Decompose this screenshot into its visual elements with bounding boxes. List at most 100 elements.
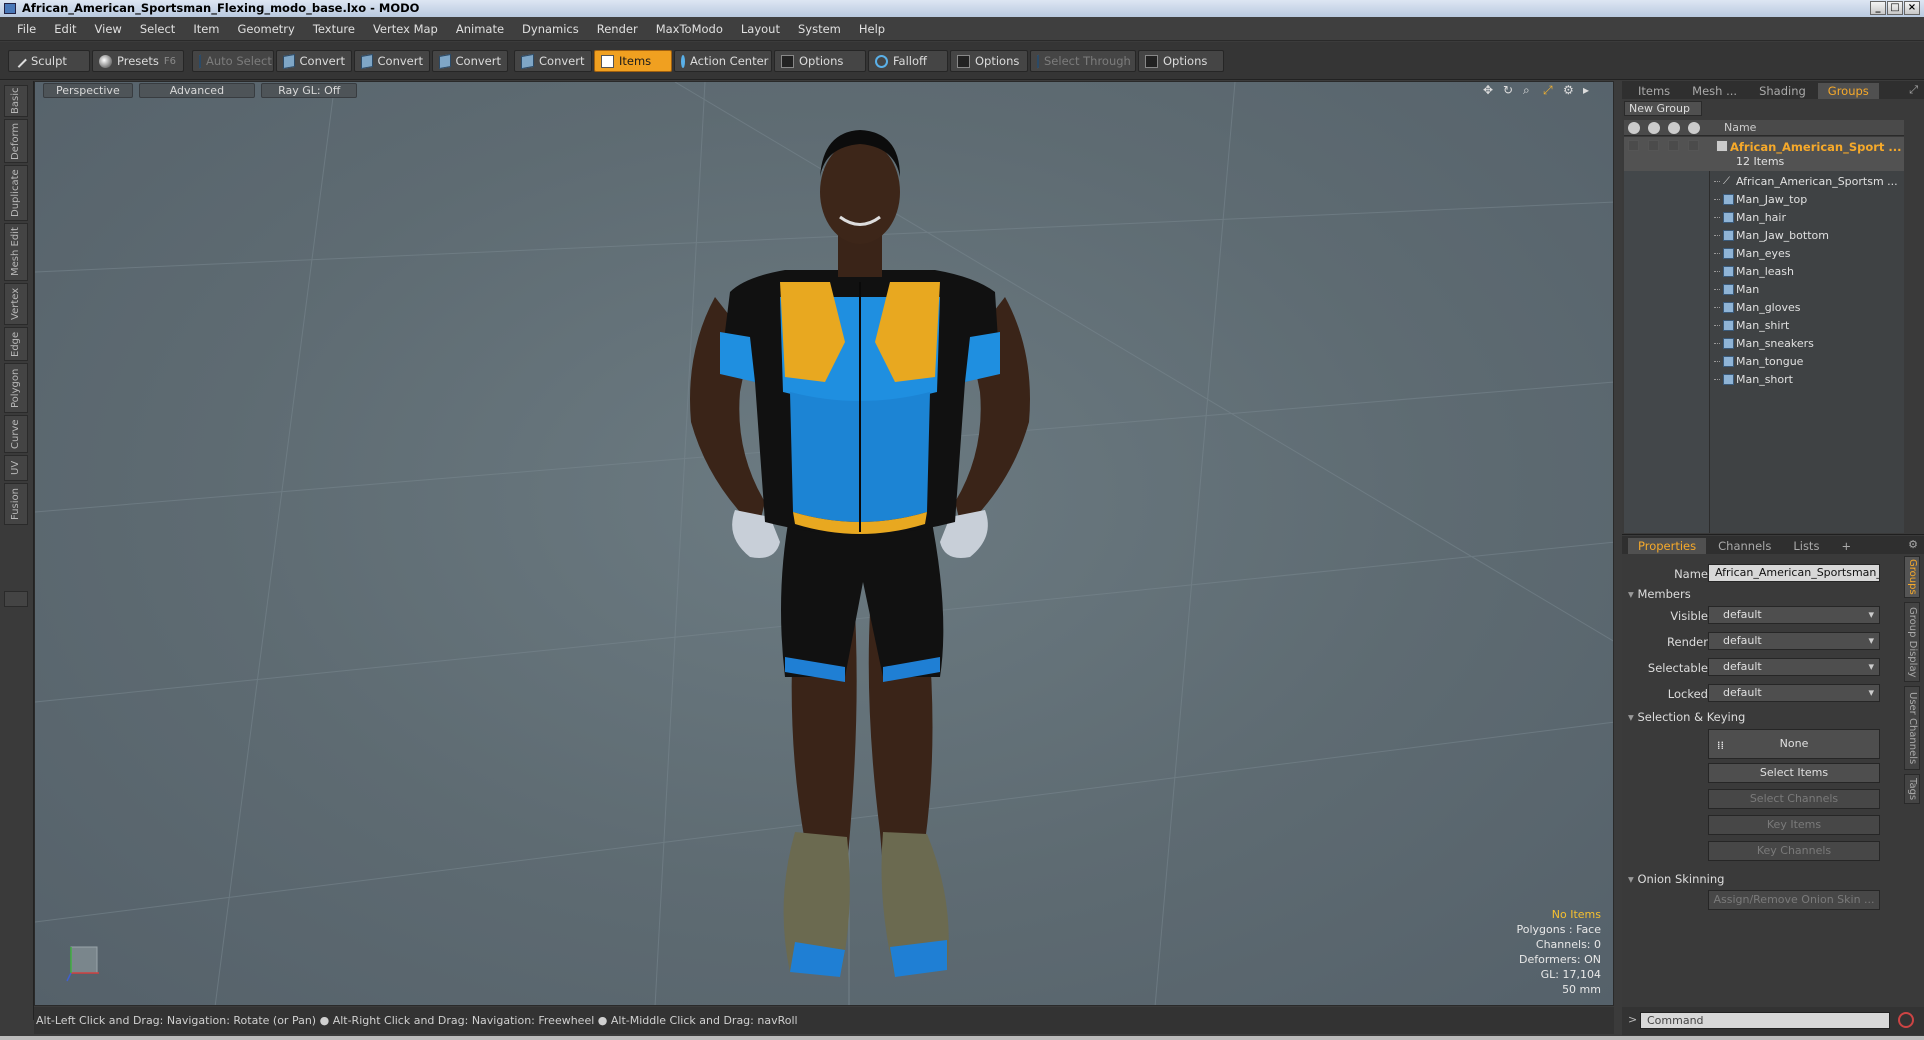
rotate-icon[interactable]: ↻ xyxy=(1503,84,1515,96)
pan-icon[interactable]: ✥ xyxy=(1483,84,1495,96)
list-item[interactable]: Man_short xyxy=(1624,371,1904,389)
select-through-options-button[interactable]: Options xyxy=(1138,50,1224,72)
group-root-row[interactable]: African_American_Sport ... 12 Items xyxy=(1624,137,1904,171)
list-item[interactable]: Man_Jaw_top xyxy=(1624,191,1904,209)
new-group-button[interactable]: New Group xyxy=(1624,101,1702,116)
close-button[interactable]: × xyxy=(1904,1,1920,15)
key-channels-button[interactable]: Key Channels xyxy=(1708,841,1880,861)
menu-edit[interactable]: Edit xyxy=(45,17,85,41)
tab-basic[interactable]: Basic xyxy=(4,85,28,117)
tab-mesh-edit[interactable]: Mesh Edit xyxy=(4,223,28,281)
selection-none-button[interactable]: ⁞⁞ None xyxy=(1708,729,1880,759)
action-center-options-button[interactable]: Options xyxy=(774,50,866,72)
key-items-button[interactable]: Key Items xyxy=(1708,815,1880,835)
assign-onion-skin-button[interactable]: Assign/Remove Onion Skin ... xyxy=(1708,890,1880,910)
tab-deform[interactable]: Deform xyxy=(4,119,28,163)
menu-item[interactable]: Item xyxy=(184,17,228,41)
list-item[interactable]: Man xyxy=(1624,281,1904,299)
tab-edge[interactable]: Edge xyxy=(4,327,28,361)
auto-select-button[interactable]: Auto Select xyxy=(192,50,274,72)
menu-vertex-map[interactable]: Vertex Map xyxy=(364,17,447,41)
maximize-button[interactable]: □ xyxy=(1887,1,1903,15)
root-select-toggle[interactable] xyxy=(1668,140,1679,151)
root-visible-toggle[interactable] xyxy=(1628,140,1639,151)
gear-icon[interactable]: ⚙ xyxy=(1563,84,1575,96)
select-channels-button[interactable]: Select Channels xyxy=(1708,789,1880,809)
3d-viewport[interactable]: Perspective Advanced Ray GL: Off ✥ ↻ ⌕ ⤢… xyxy=(34,81,1614,1006)
name-column-header[interactable]: Name xyxy=(1724,121,1756,134)
tab-duplicate[interactable]: Duplicate xyxy=(4,165,28,221)
tab-curve[interactable]: Curve xyxy=(4,415,28,453)
tab-channels[interactable]: Channels xyxy=(1708,538,1781,554)
raygl-button[interactable]: Ray GL: Off xyxy=(261,83,358,98)
shading-advanced-button[interactable]: Advanced xyxy=(138,83,256,98)
items-mode-button[interactable]: Items xyxy=(594,50,672,72)
list-item[interactable]: ⟋ African_American_Sportsm ... xyxy=(1624,173,1904,191)
convert-polygon-button[interactable]: Convert xyxy=(432,50,508,72)
tab-shading[interactable]: Shading xyxy=(1749,83,1816,99)
sculpt-button[interactable]: Sculpt xyxy=(8,50,90,72)
list-item[interactable]: Man_gloves xyxy=(1624,299,1904,317)
tab-expand[interactable] xyxy=(4,591,28,607)
menu-system[interactable]: System xyxy=(789,17,850,41)
tab-items[interactable]: Items xyxy=(1628,83,1680,99)
members-section[interactable]: Members xyxy=(1628,587,1690,601)
fit-icon[interactable]: ⤢ xyxy=(1543,84,1555,96)
tab-vertex[interactable]: Vertex xyxy=(4,283,28,325)
command-input[interactable]: Command xyxy=(1640,1012,1890,1029)
tab-fusion[interactable]: Fusion xyxy=(4,483,28,525)
play-arrow-icon[interactable]: ▸ xyxy=(1583,84,1595,96)
selection-keying-section[interactable]: Selection & Keying xyxy=(1628,710,1745,724)
side-tab-group-display[interactable]: Group Display xyxy=(1904,602,1920,682)
root-lock-toggle[interactable] xyxy=(1688,140,1699,151)
record-icon[interactable] xyxy=(1898,1012,1914,1028)
render-dropdown[interactable]: default xyxy=(1708,632,1880,650)
tab-mesh[interactable]: Mesh ... xyxy=(1682,83,1747,99)
zoom-icon[interactable]: ⌕ xyxy=(1523,84,1535,96)
select-items-button[interactable]: Select Items xyxy=(1708,763,1880,783)
locked-dropdown[interactable]: default xyxy=(1708,684,1880,702)
view-perspective-button[interactable]: Perspective xyxy=(43,83,133,98)
falloff-button[interactable]: Falloff xyxy=(868,50,948,72)
menu-view[interactable]: View xyxy=(86,17,131,41)
add-tab-button[interactable]: + xyxy=(1831,538,1861,554)
convert-edge-button[interactable]: Convert xyxy=(354,50,430,72)
select-icon[interactable] xyxy=(1668,122,1680,134)
menu-help[interactable]: Help xyxy=(850,17,894,41)
tab-groups[interactable]: Groups xyxy=(1817,83,1879,99)
render-icon[interactable] xyxy=(1648,122,1660,134)
name-field[interactable]: African_American_Sportsman_Fl xyxy=(1708,564,1880,582)
menu-file[interactable]: File xyxy=(8,17,45,41)
list-item[interactable]: Man_shirt xyxy=(1624,317,1904,335)
list-item[interactable]: Man_sneakers xyxy=(1624,335,1904,353)
action-center-button[interactable]: Action Center xyxy=(674,50,772,72)
presets-button[interactable]: Presets F6 xyxy=(92,50,184,72)
menu-select[interactable]: Select xyxy=(131,17,184,41)
tab-lists[interactable]: Lists xyxy=(1783,538,1829,554)
tab-properties[interactable]: Properties xyxy=(1628,538,1707,554)
list-item[interactable]: Man_eyes xyxy=(1624,245,1904,263)
selectable-dropdown[interactable]: default xyxy=(1708,658,1880,676)
menu-layout[interactable]: Layout xyxy=(732,17,789,41)
onion-skinning-section[interactable]: Onion Skinning xyxy=(1628,872,1724,886)
side-tab-tags[interactable]: Tags xyxy=(1904,774,1920,804)
minimize-button[interactable]: _ xyxy=(1870,1,1886,15)
lock-icon[interactable] xyxy=(1688,122,1700,134)
list-item[interactable]: Man_hair xyxy=(1624,209,1904,227)
select-through-button[interactable]: Select Through xyxy=(1030,50,1136,72)
list-item[interactable]: Man_leash xyxy=(1624,263,1904,281)
gear-icon[interactable]: ⚙ xyxy=(1908,538,1918,551)
tab-uv[interactable]: UV xyxy=(4,455,28,481)
convert-vertex-button[interactable]: Convert xyxy=(276,50,352,72)
menu-dynamics[interactable]: Dynamics xyxy=(513,17,588,41)
menu-maxtomodo[interactable]: MaxToModo xyxy=(647,17,732,41)
list-item[interactable]: Man_Jaw_bottom xyxy=(1624,227,1904,245)
side-tab-user-channels[interactable]: User Channels xyxy=(1904,686,1920,770)
menu-render[interactable]: Render xyxy=(588,17,647,41)
menu-animate[interactable]: Animate xyxy=(447,17,513,41)
convert-item-button[interactable]: Convert xyxy=(514,50,592,72)
list-item[interactable]: Man_tongue xyxy=(1624,353,1904,371)
expand-icon[interactable]: ⤢ xyxy=(1909,83,1918,97)
visibility-icon[interactable] xyxy=(1628,122,1640,134)
visible-dropdown[interactable]: default xyxy=(1708,606,1880,624)
